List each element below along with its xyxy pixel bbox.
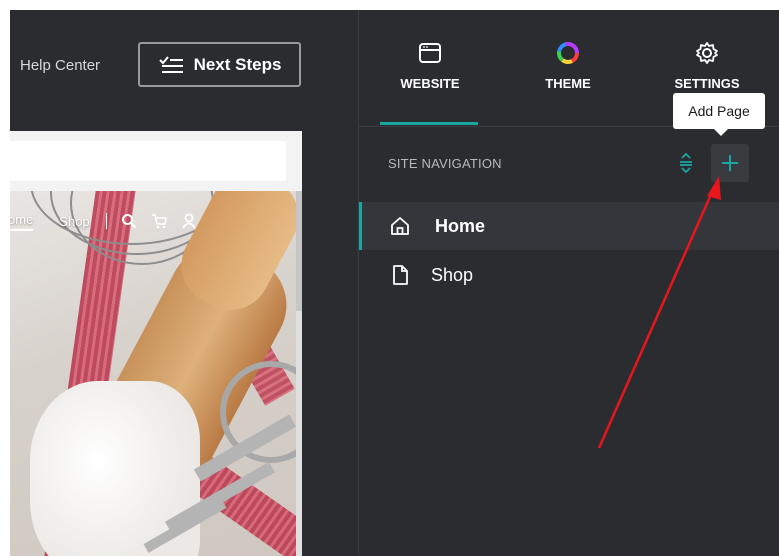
active-tab-indicator [380,122,478,125]
preview-scrollbar-thumb[interactable] [296,191,302,311]
browser-window-icon [419,43,441,63]
reorder-icon[interactable] [677,152,695,174]
cart-icon[interactable] [151,213,167,229]
plus-icon [722,155,738,171]
account-icon[interactable] [181,213,197,229]
next-steps-button[interactable]: Next Steps [138,42,301,87]
preview-address-bar [10,141,286,181]
add-page-tooltip: Add Page [673,93,765,136]
editor-window: Help Center Next Steps ome Shop WEBSITE … [10,10,779,556]
page-icon [393,265,408,285]
site-preview[interactable]: ome Shop [10,131,302,556]
preview-scrollbar[interactable] [296,191,302,556]
preview-nav-shop[interactable]: Shop [59,214,89,229]
tab-theme-label: THEME [545,76,591,91]
nav-page-shop[interactable]: Shop [359,251,779,299]
tab-settings[interactable]: SETTINGS [657,40,757,91]
next-steps-label: Next Steps [193,54,282,74]
add-page-button[interactable] [711,144,749,182]
color-wheel-icon [557,42,579,64]
tab-website-label: WEBSITE [400,76,460,91]
gear-icon [696,42,718,64]
preview-site-nav: ome Shop [10,203,296,239]
home-icon [391,217,409,235]
help-center-link[interactable]: Help Center [20,57,100,74]
site-navigation-heading: SITE NAVIGATION [388,156,502,171]
hero-image [10,191,296,556]
tab-settings-label: SETTINGS [674,76,740,91]
search-icon[interactable] [121,213,137,229]
editor-top-bar: Help Center Next Steps [10,10,357,130]
nav-page-home[interactable]: Home [359,202,779,250]
preview-nav-separator [105,213,107,229]
nav-page-home-label: Home [435,215,486,236]
nav-page-shop-label: Shop [431,264,474,285]
tab-theme[interactable]: THEME [518,40,618,91]
tab-website[interactable]: WEBSITE [380,40,480,91]
checklist-icon [158,55,183,73]
preview-nav-home[interactable]: ome [10,212,34,231]
editor-side-panel: WEBSITE THEME SETTINGS Add Page SITE NAV… [358,10,779,556]
